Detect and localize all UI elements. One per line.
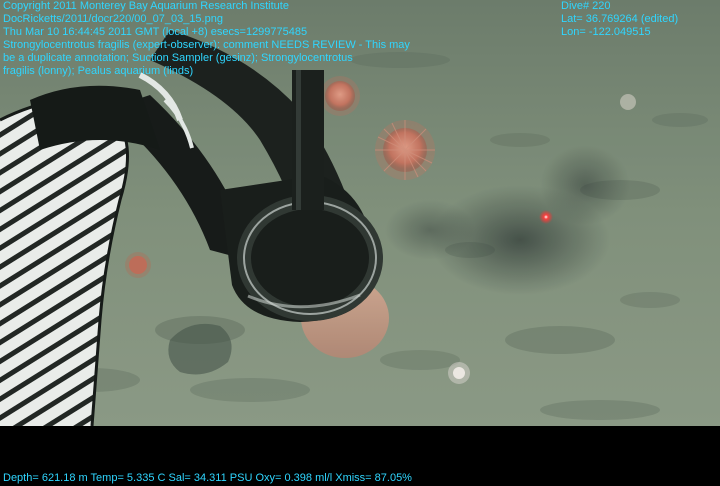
latitude: Lat= 36.769264 (edited) (561, 13, 679, 25)
image-path-line: DocRicketts/2011/docr220/00_07_03_15.png (3, 13, 223, 25)
sensor-readout: Depth= 621.18 m Temp= 5.335 C Sal= 34.31… (3, 472, 412, 484)
longitude: Lon= -122.049515 (561, 26, 651, 38)
annotation-overlay: Copyright 2011 Monterey Bay Aquarium Res… (3, 0, 410, 78)
annotation-line-1: Strongylocentrotus fragilis (expert-obse… (3, 39, 410, 51)
dive-number: Dive# 220 (561, 0, 611, 12)
annotation-line-3: fragilis (lonny); Pealus aquarium (linds… (3, 65, 194, 77)
dive-info-overlay: Dive# 220 Lat= 36.769264 (edited) Lon= -… (561, 0, 678, 39)
copyright-line: Copyright 2011 Monterey Bay Aquarium Res… (3, 0, 289, 12)
timestamp-line: Thu Mar 10 16:44:45 2011 GMT (local +8) … (3, 26, 308, 38)
frame-camera-still: Copyright 2011 Monterey Bay Aquarium Res… (0, 0, 720, 486)
annotation-line-2: be a duplicate annotation; Suction Sampl… (3, 52, 353, 64)
